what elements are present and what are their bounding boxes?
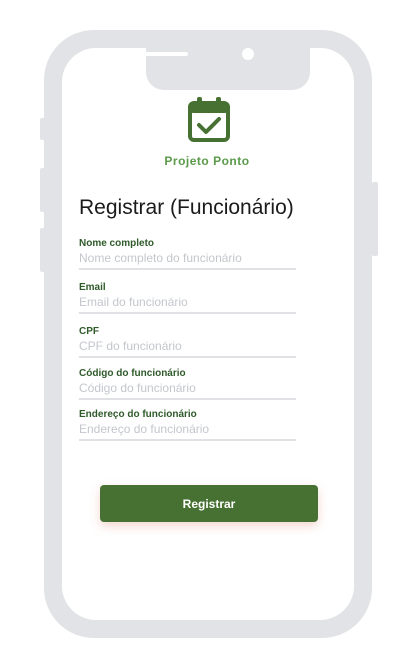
endereco-input[interactable] bbox=[79, 420, 296, 441]
calendar-check-icon bbox=[188, 97, 230, 142]
field-label: Nome completo bbox=[79, 238, 155, 249]
field-label: Código do funcionário bbox=[79, 368, 186, 379]
email-input[interactable] bbox=[79, 293, 296, 314]
nome-completo-input[interactable] bbox=[79, 249, 296, 270]
page-title: Registrar (Funcionário) bbox=[79, 196, 294, 219]
field-label: Email bbox=[79, 282, 106, 293]
registrar-button[interactable]: Registrar bbox=[100, 485, 318, 522]
phone-volume-down-button bbox=[40, 228, 46, 272]
phone-side-button bbox=[40, 118, 46, 140]
field-email: Email bbox=[79, 282, 296, 314]
field-endereco: Endereço do funcionário bbox=[79, 409, 296, 441]
field-codigo: Código do funcionário bbox=[79, 368, 296, 400]
field-label: CPF bbox=[79, 326, 99, 337]
field-label: Endereço do funcionário bbox=[79, 409, 197, 420]
cpf-input[interactable] bbox=[79, 337, 296, 358]
phone-speaker bbox=[140, 52, 188, 56]
phone-power-button bbox=[372, 182, 378, 256]
field-cpf: CPF bbox=[79, 326, 296, 358]
brand-name: Projeto Ponto bbox=[164, 154, 250, 168]
phone-volume-up-button bbox=[40, 168, 46, 212]
phone-camera bbox=[242, 48, 254, 60]
field-nome-completo: Nome completo bbox=[79, 238, 296, 270]
codigo-funcionario-input[interactable] bbox=[79, 379, 296, 400]
